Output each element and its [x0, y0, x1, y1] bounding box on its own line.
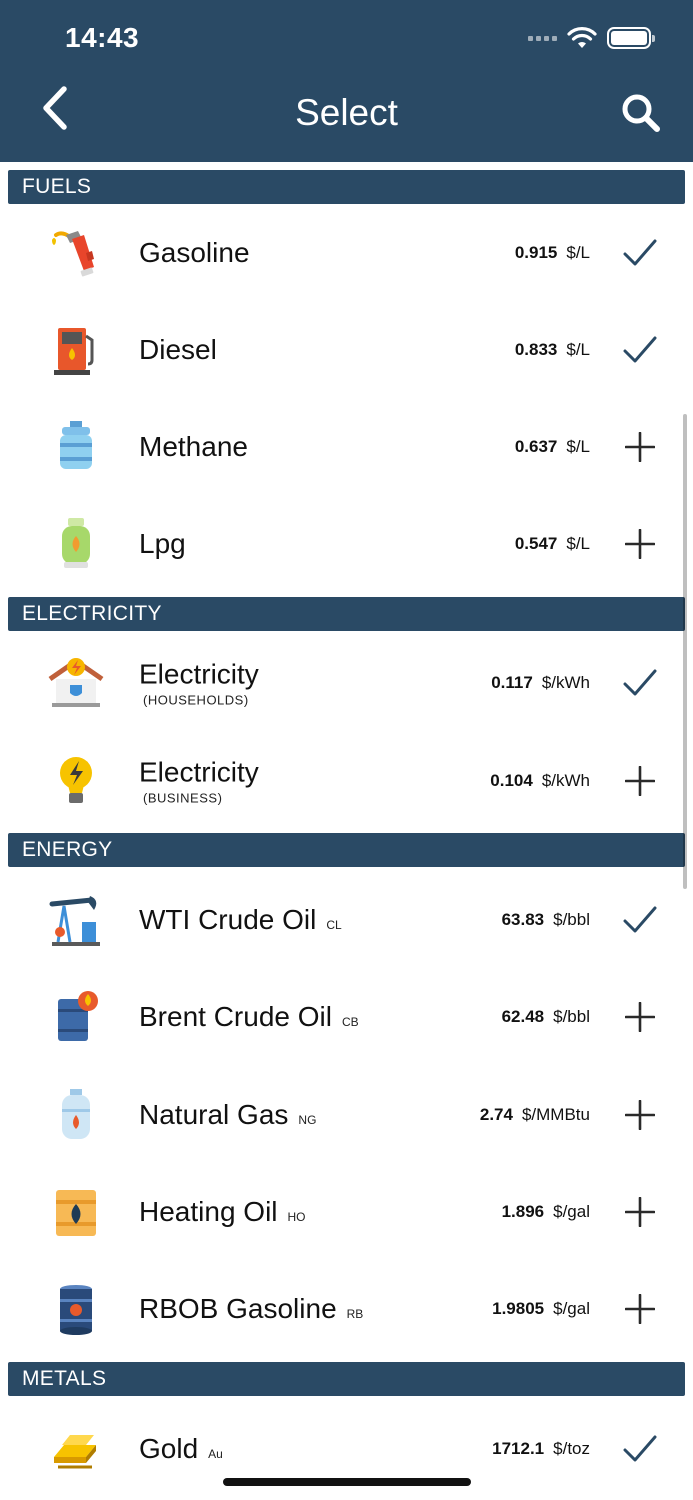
list-item-diesel[interactable]: Diesel 0.833 $/L [0, 301, 693, 398]
item-code: Au [208, 1446, 223, 1461]
list-item-methane[interactable]: Methane 0.637 $/L [0, 398, 693, 495]
add-button[interactable] [623, 764, 657, 798]
fuel-nozzle-icon [52, 230, 94, 276]
status-icons [528, 26, 655, 50]
selected-check-button[interactable] [623, 666, 657, 700]
item-code: CB [341, 1014, 359, 1029]
heating-oil-drum-icon [56, 1189, 96, 1236]
plus-icon [625, 765, 655, 796]
selected-check-button[interactable] [623, 903, 657, 937]
checkmark-icon [623, 336, 657, 362]
search-button[interactable] [619, 90, 663, 136]
item-price: 62.48 $/bbl [501, 1006, 590, 1026]
fuel-pump-icon [54, 327, 94, 375]
checkmark-icon [623, 906, 657, 932]
search-icon [622, 94, 660, 132]
page-title: Select [295, 92, 398, 133]
section-header-fuels: FUELS [8, 170, 685, 204]
item-name: Electricity [139, 756, 259, 787]
home-indicator[interactable] [223, 1478, 471, 1486]
checkmark-icon [623, 1435, 657, 1461]
item-price: 1712.1 $/toz [492, 1438, 590, 1458]
item-name: Natural Gas [139, 1098, 289, 1130]
fuel-barrel-icon [60, 1284, 92, 1335]
checkmark-icon [623, 669, 657, 695]
add-button[interactable] [623, 1000, 657, 1034]
item-name: Heating Oil [139, 1195, 278, 1227]
item-price: 0.104 $/kWh [490, 770, 590, 790]
item-price: 1.896 $/gal [501, 1201, 590, 1221]
list-item-lpg[interactable]: Lpg 0.547 $/L [0, 495, 693, 592]
plus-icon [625, 1293, 655, 1324]
list-item-natural-gas[interactable]: Natural Gas NG 2.74 $/MMBtu [0, 1066, 693, 1163]
lpg-cylinder-icon [62, 517, 90, 568]
plus-icon [625, 431, 655, 462]
commodity-list[interactable]: FUELS Gasoline 0.915 $/L Diesel 0.833 $/L [0, 162, 693, 1500]
item-code: RB [346, 1306, 364, 1321]
list-item-rbob-gasoline[interactable]: RBOB Gasoline RB 1.9805 $/gal [0, 1260, 693, 1357]
item-price: 0.547 $/L [514, 533, 590, 553]
item-name: RBOB Gasoline [139, 1292, 337, 1324]
selected-check-button[interactable] [623, 1432, 657, 1466]
section-header-electricity: ELECTRICITY [8, 597, 685, 631]
plus-icon [625, 1196, 655, 1227]
item-name: WTI Crude Oil [139, 903, 317, 935]
add-button[interactable] [623, 527, 657, 561]
item-name: Diesel [139, 333, 217, 365]
plus-icon [625, 1001, 655, 1032]
lightbulb-icon [60, 756, 92, 803]
plus-icon [625, 528, 655, 559]
item-price: 63.83 $/bbl [501, 909, 590, 929]
list-item-heating-oil[interactable]: Heating Oil HO 1.896 $/gal [0, 1163, 693, 1260]
battery-icon [607, 27, 655, 49]
list-item-electricity-business[interactable]: Electricity (BUSINESS) 0.104 $/kWh [0, 732, 693, 829]
add-button[interactable] [623, 1195, 657, 1229]
item-subtitle: (BUSINESS) [143, 790, 223, 805]
list-item-wti-crude-oil[interactable]: WTI Crude Oil CL 63.83 $/bbl [0, 871, 693, 968]
section-header-metals: METALS [8, 1362, 685, 1396]
item-name: Lpg [139, 527, 186, 559]
item-price: 0.117 $/kWh [491, 672, 590, 692]
item-name: Gold [139, 1432, 199, 1464]
gold-bars-icon [54, 1434, 96, 1468]
house-power-icon [48, 657, 104, 707]
oil-barrel-icon [58, 990, 98, 1041]
wifi-icon [567, 27, 597, 48]
navigation-bar: 14:43 Select [0, 0, 693, 162]
item-code: NG [298, 1112, 317, 1127]
add-button[interactable] [623, 1098, 657, 1132]
item-price: 0.915 $/L [514, 242, 590, 262]
gas-tank-icon [60, 420, 92, 469]
item-name: Gasoline [139, 236, 250, 268]
item-subtitle: (HOUSEHOLDS) [143, 692, 249, 707]
add-button[interactable] [623, 430, 657, 464]
add-button[interactable] [623, 1292, 657, 1326]
item-code: HO [287, 1209, 306, 1224]
selected-check-button[interactable] [623, 333, 657, 367]
list-item-gasoline[interactable]: Gasoline 0.915 $/L [0, 204, 693, 301]
item-price: 1.9805 $/gal [492, 1298, 590, 1318]
oil-pumpjack-icon [49, 895, 100, 946]
checkmark-icon [623, 239, 657, 265]
status-time: 14:43 [65, 22, 140, 53]
selected-check-button[interactable] [623, 236, 657, 270]
item-code: CL [326, 917, 342, 932]
item-name: Methane [139, 430, 248, 462]
signal-icon [528, 35, 557, 41]
item-price: 2.74 $/MMBtu [479, 1104, 590, 1124]
item-price: 0.833 $/L [514, 339, 590, 359]
scrollbar[interactable] [683, 414, 687, 889]
list-item-brent-crude-oil[interactable]: Brent Crude Oil CB 62.48 $/bbl [0, 968, 693, 1065]
list-item-electricity-households[interactable]: Electricity (HOUSEHOLDS) 0.117 $/kWh [0, 634, 693, 731]
plus-icon [625, 1099, 655, 1130]
gas-flame-tank-icon [62, 1088, 90, 1139]
item-price: 0.637 $/L [514, 436, 590, 456]
item-name: Electricity [139, 658, 259, 689]
item-name: Brent Crude Oil [139, 1000, 332, 1032]
section-header-energy: ENERGY [8, 833, 685, 867]
